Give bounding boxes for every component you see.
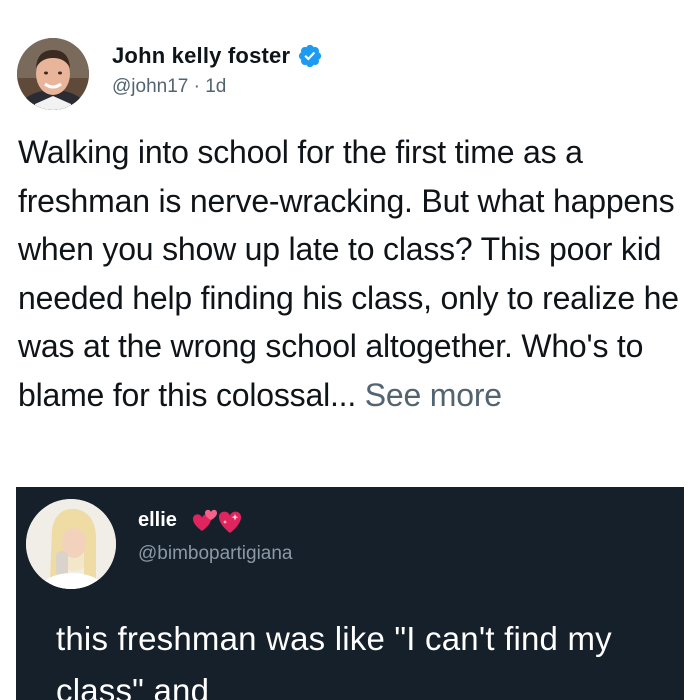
hearts-emoji-icon [185,505,243,535]
post-time[interactable]: 1d [205,76,226,97]
post-body-text: Walking into school for the first time a… [18,134,679,413]
verified-badge-icon [297,43,323,69]
post-text: Walking into school for the first time a… [18,128,688,419]
see-more-link[interactable]: See more [365,377,502,413]
author-avatar[interactable] [17,38,89,110]
author-handle[interactable]: @john17 [112,76,188,97]
embedded-handle: @bimbopartigiana [138,543,293,564]
author-name[interactable]: John kelly foster [112,43,290,69]
meta-separator: · [193,76,200,97]
author-meta: @john17 · 1d [112,76,226,98]
author-name-row: John kelly foster [112,42,323,70]
embedded-name-row: ellie [138,505,243,535]
embedded-name: ellie [138,508,177,531]
embedded-text: this freshman was like "I can't find my … [56,620,612,700]
post-header: John kelly foster @john17 · 1d [17,38,677,110]
embedded-avatar [26,499,116,589]
embedded-tweet-image[interactable]: ellie @bimbopartigiana this freshman was… [16,487,684,700]
